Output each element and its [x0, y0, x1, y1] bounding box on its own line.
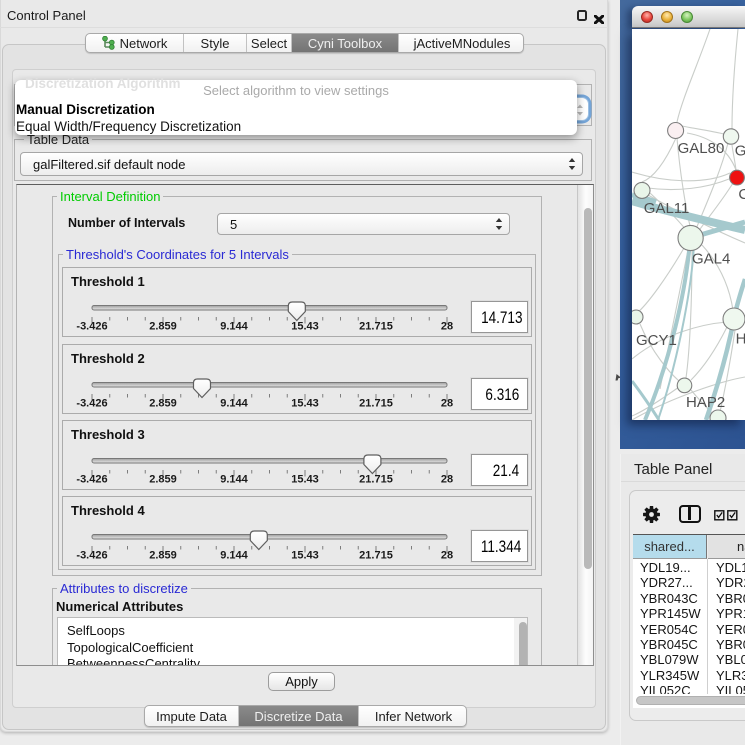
svg-text:21.715: 21.715 [359, 398, 393, 410]
svg-text:GA: GA [735, 142, 745, 159]
svg-text:2.859: 2.859 [149, 474, 177, 486]
svg-text:9.144: 9.144 [220, 321, 248, 333]
svg-text:15.43: 15.43 [291, 398, 319, 410]
svg-text:15.43: 15.43 [291, 321, 319, 333]
svg-text:HAP2: HAP2 [686, 394, 725, 411]
svg-text:28: 28 [441, 321, 453, 333]
svg-text:9.144: 9.144 [220, 474, 248, 486]
svg-text:-3.426: -3.426 [76, 398, 107, 410]
svg-text:15.43: 15.43 [291, 550, 319, 562]
svg-text:28: 28 [441, 398, 453, 410]
svg-text:21.715: 21.715 [359, 474, 393, 486]
svg-text:GCY1: GCY1 [636, 332, 677, 349]
svg-text:-3.426: -3.426 [76, 474, 107, 486]
svg-text:28: 28 [441, 550, 453, 562]
svg-text:15.43: 15.43 [291, 474, 319, 486]
svg-text:2.859: 2.859 [149, 321, 177, 333]
svg-text:-3.426: -3.426 [76, 321, 107, 333]
svg-text:2.859: 2.859 [149, 550, 177, 562]
svg-text:2.859: 2.859 [149, 398, 177, 410]
svg-text:-3.426: -3.426 [76, 550, 107, 562]
svg-text:9.144: 9.144 [220, 398, 248, 410]
svg-text:21.715: 21.715 [359, 321, 393, 333]
svg-text:GAL80: GAL80 [678, 140, 725, 157]
svg-text:H: H [736, 331, 745, 348]
svg-text:GAL4: GAL4 [692, 250, 730, 267]
svg-text:28: 28 [441, 474, 453, 486]
svg-text:GAL11: GAL11 [644, 200, 690, 217]
svg-text:9.144: 9.144 [220, 550, 248, 562]
svg-text:21.715: 21.715 [359, 550, 393, 562]
svg-text:C: C [738, 186, 745, 203]
